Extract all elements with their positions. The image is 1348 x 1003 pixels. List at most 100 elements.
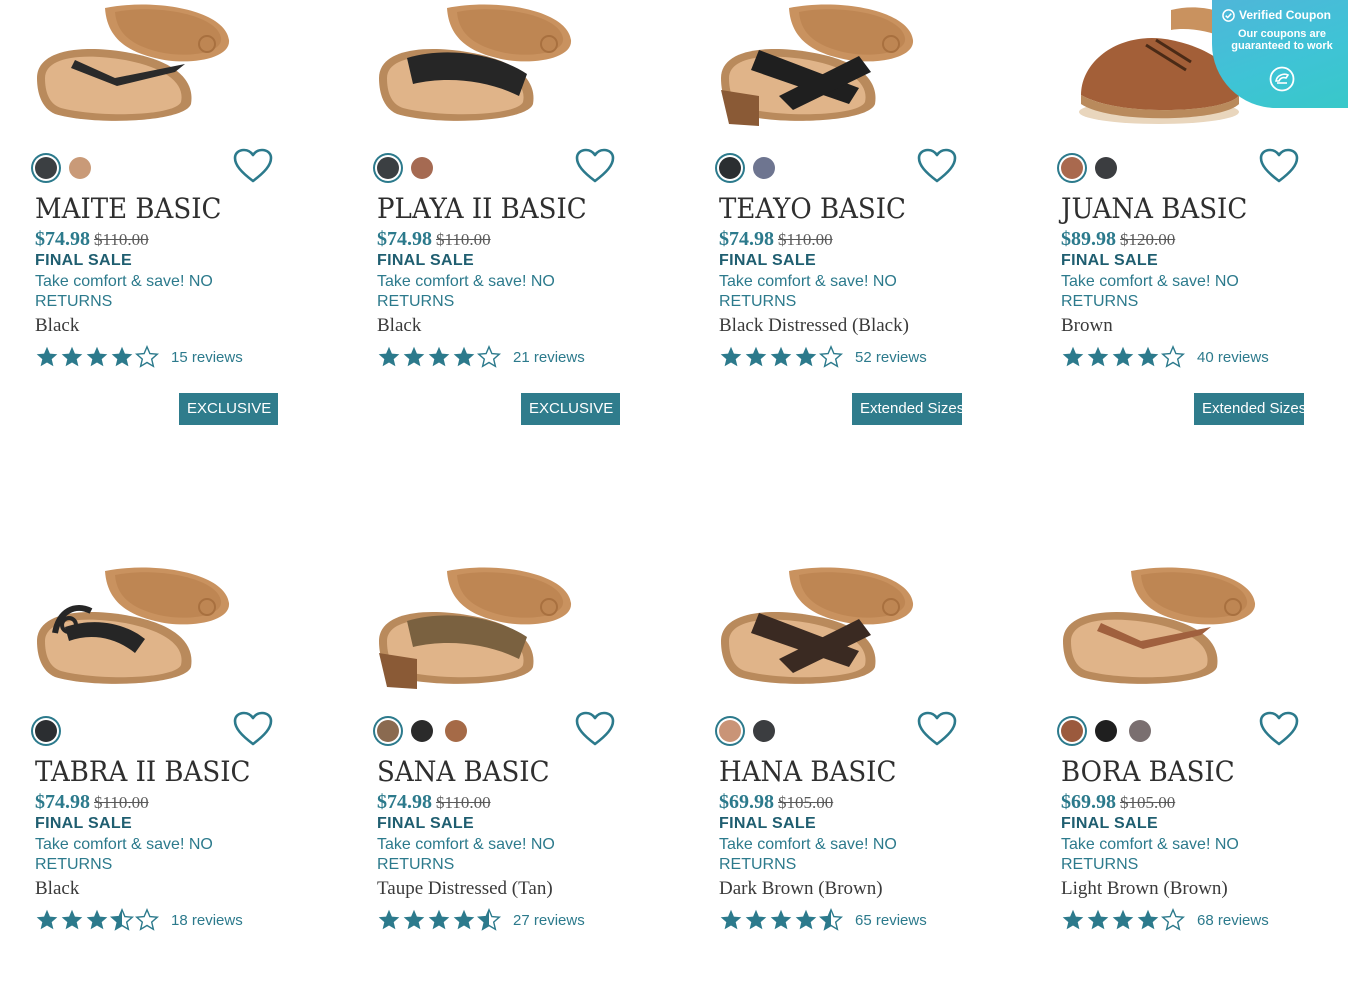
product-name[interactable]: BORA BASIC bbox=[1061, 755, 1235, 788]
product-image[interactable] bbox=[35, 563, 231, 693]
color-swatch[interactable] bbox=[719, 157, 741, 179]
product-color: Black Distressed (Black) bbox=[719, 315, 909, 336]
color-swatches bbox=[35, 717, 57, 745]
final-sale-label: FINAL SALE bbox=[35, 815, 132, 832]
reviews-link[interactable]: 15 reviews bbox=[171, 349, 243, 366]
final-sale-label: FINAL SALE bbox=[719, 252, 816, 269]
product-image[interactable] bbox=[719, 563, 915, 693]
reviews-link[interactable]: 68 reviews bbox=[1197, 912, 1269, 929]
product-image[interactable] bbox=[35, 0, 231, 130]
original-price: $105.00 bbox=[778, 793, 834, 812]
color-swatch[interactable] bbox=[1095, 720, 1117, 742]
star-icon bbox=[769, 908, 793, 932]
original-price: $110.00 bbox=[94, 793, 149, 812]
star-icon bbox=[60, 908, 84, 932]
star-icon bbox=[35, 908, 59, 932]
rating: 68 reviews bbox=[1061, 907, 1269, 933]
color-swatch[interactable] bbox=[753, 157, 775, 179]
product-badge: Extended Sizes bbox=[852, 393, 964, 425]
product-image[interactable] bbox=[377, 0, 573, 130]
coupon-logo-icon[interactable] bbox=[1269, 66, 1295, 92]
wishlist-heart-icon[interactable] bbox=[917, 711, 957, 747]
star-icon bbox=[769, 345, 793, 369]
star-icon bbox=[719, 345, 743, 369]
product-name[interactable]: TABRA II BASIC bbox=[35, 755, 250, 788]
product-name[interactable]: JUANA BASIC bbox=[1061, 192, 1247, 225]
color-swatch[interactable] bbox=[377, 157, 399, 179]
star-icon bbox=[719, 908, 743, 932]
color-swatch[interactable] bbox=[753, 720, 775, 742]
product-card[interactable]: TABRA II BASIC $74.98 $110.00 FINAL SALE Tak… bbox=[35, 563, 335, 1003]
color-swatch[interactable] bbox=[719, 720, 741, 742]
final-sale-label: FINAL SALE bbox=[719, 815, 816, 832]
rating-stars bbox=[35, 345, 159, 369]
product-color: Black bbox=[35, 315, 80, 336]
color-swatch[interactable] bbox=[35, 157, 57, 179]
coupon-title-row: Verified Coupon bbox=[1222, 8, 1342, 22]
product-card[interactable]: MAITE BASIC $74.98 $110.00 FINAL SALE Take c… bbox=[35, 0, 335, 440]
wishlist-heart-icon[interactable] bbox=[233, 148, 273, 184]
wishlist-heart-icon[interactable] bbox=[917, 148, 957, 184]
star-icon bbox=[135, 345, 159, 369]
product-image[interactable] bbox=[1061, 563, 1257, 693]
reviews-link[interactable]: 40 reviews bbox=[1197, 349, 1269, 366]
product-badge: EXCLUSIVE bbox=[179, 393, 278, 425]
product-color: Black bbox=[35, 878, 80, 899]
product-card[interactable]: HANA BASIC $69.98 $105.00 FINAL SALE Take co… bbox=[719, 563, 1019, 1003]
product-card[interactable]: TEAYO BASIC $74.98 $110.00 FINAL SALE Take c… bbox=[719, 0, 1019, 440]
rating: 21 reviews bbox=[377, 344, 585, 370]
price-row: $89.98 $120.00 bbox=[1061, 228, 1175, 251]
color-swatch[interactable] bbox=[69, 157, 91, 179]
reviews-link[interactable]: 21 reviews bbox=[513, 349, 585, 366]
final-sale-label: FINAL SALE bbox=[1061, 252, 1158, 269]
rating-stars bbox=[35, 908, 159, 932]
product-card[interactable]: PLAYA II BASIC $74.98 $110.00 FINAL SALE Tak… bbox=[377, 0, 677, 440]
star-icon bbox=[427, 345, 451, 369]
product-color: Brown bbox=[1061, 315, 1113, 336]
reviews-link[interactable]: 18 reviews bbox=[171, 912, 243, 929]
promo-text: Take comfort & save! NO RETURNS bbox=[35, 836, 213, 873]
product-color: Black bbox=[377, 315, 422, 336]
reviews-link[interactable]: 65 reviews bbox=[855, 912, 927, 929]
color-swatch[interactable] bbox=[445, 720, 467, 742]
color-swatch[interactable] bbox=[411, 720, 433, 742]
color-swatches bbox=[1061, 717, 1151, 745]
rating-stars bbox=[377, 345, 501, 369]
wishlist-heart-icon[interactable] bbox=[575, 148, 615, 184]
wishlist-heart-icon[interactable] bbox=[233, 711, 273, 747]
wishlist-heart-icon[interactable] bbox=[1259, 711, 1299, 747]
wishlist-heart-icon[interactable] bbox=[575, 711, 615, 747]
product-name[interactable]: PLAYA II BASIC bbox=[377, 192, 587, 225]
color-swatch[interactable] bbox=[377, 720, 399, 742]
product-badge: EXCLUSIVE bbox=[521, 393, 620, 425]
rating-stars bbox=[377, 908, 501, 932]
product-image[interactable] bbox=[719, 0, 915, 130]
star-icon bbox=[477, 908, 501, 932]
check-badge-icon bbox=[1222, 8, 1235, 22]
product-name[interactable]: MAITE BASIC bbox=[35, 192, 221, 225]
color-swatch[interactable] bbox=[411, 157, 433, 179]
product-name[interactable]: TEAYO BASIC bbox=[719, 192, 906, 225]
star-icon bbox=[402, 908, 426, 932]
color-swatch[interactable] bbox=[35, 720, 57, 742]
wishlist-heart-icon[interactable] bbox=[1259, 148, 1299, 184]
reviews-link[interactable]: 27 reviews bbox=[513, 912, 585, 929]
star-icon bbox=[135, 908, 159, 932]
rating: 15 reviews bbox=[35, 344, 243, 370]
product-card[interactable]: BORA BASIC $69.98 $105.00 FINAL SALE Take co… bbox=[1061, 563, 1348, 1003]
color-swatch[interactable] bbox=[1061, 157, 1083, 179]
reviews-link[interactable]: 52 reviews bbox=[855, 349, 927, 366]
final-sale-label: FINAL SALE bbox=[1061, 815, 1158, 832]
sale-price: $69.98 bbox=[1061, 791, 1116, 813]
product-name[interactable]: HANA BASIC bbox=[719, 755, 896, 788]
promo-text: Take comfort & save! NO RETURNS bbox=[35, 273, 213, 310]
color-swatch[interactable] bbox=[1129, 720, 1151, 742]
color-swatch[interactable] bbox=[1095, 157, 1117, 179]
color-swatch[interactable] bbox=[1061, 720, 1083, 742]
rating-stars bbox=[719, 908, 843, 932]
product-card[interactable]: SANA BASIC $74.98 $110.00 FINAL SALE Take co… bbox=[377, 563, 677, 1003]
product-color: Light Brown (Brown) bbox=[1061, 878, 1228, 899]
product-image[interactable] bbox=[377, 563, 573, 693]
product-name[interactable]: SANA BASIC bbox=[377, 755, 550, 788]
star-icon bbox=[452, 345, 476, 369]
